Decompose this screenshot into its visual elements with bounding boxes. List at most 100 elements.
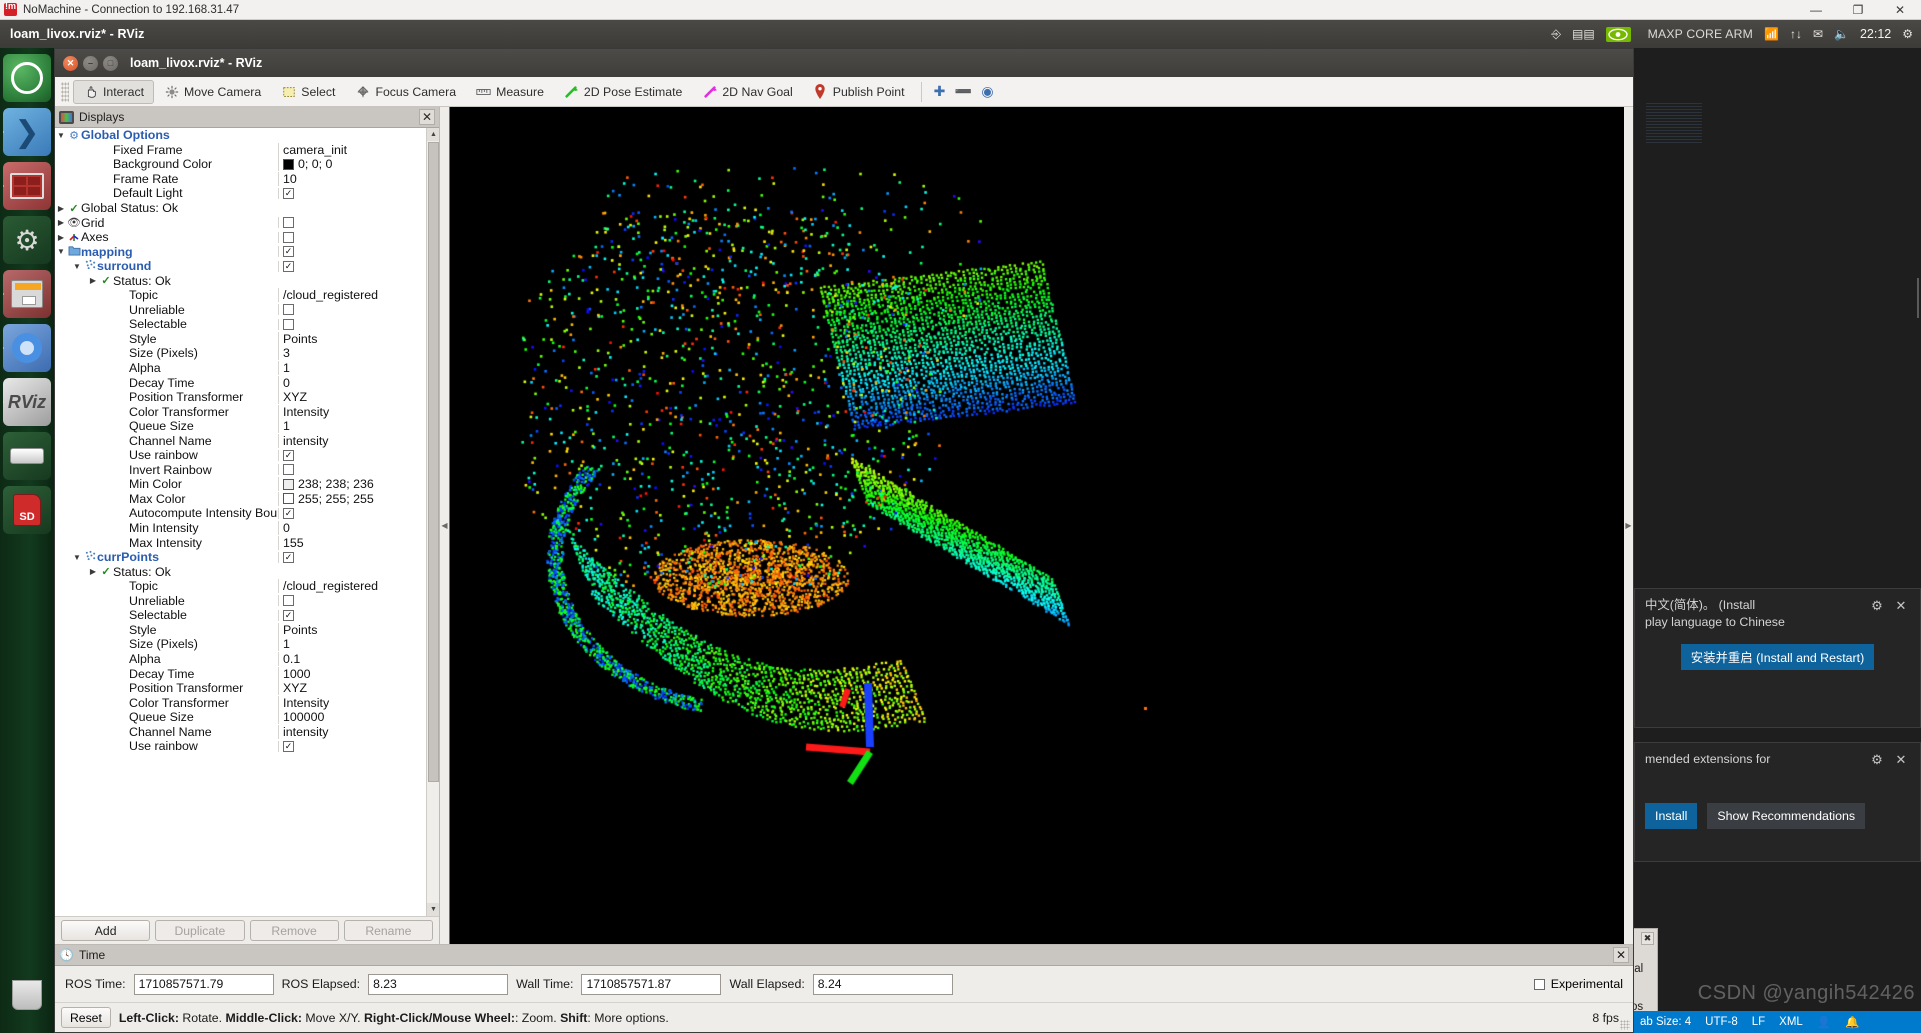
chevron-right-icon[interactable]: ▶ [55,204,67,213]
display-property-value[interactable] [278,464,426,476]
add-tool-button[interactable]: ✚ [928,80,952,104]
display-tree-row[interactable]: Alpha 1 [55,361,426,376]
nomachine-close-button[interactable]: ✕ [1879,0,1921,20]
launcher-item-rviz[interactable]: RViz [3,378,51,426]
display-property-value[interactable]: intensity [278,724,426,739]
property-checkbox[interactable] [283,304,294,316]
display-tree-row[interactable]: Topic/cloud_registered [55,288,426,303]
gear-icon[interactable]: ⚙ [1868,597,1886,615]
toolbar-grip[interactable] [61,81,69,102]
close-icon[interactable]: ✕ [1892,597,1910,615]
display-tree-row[interactable]: Min Intensity 0 [55,521,426,536]
display-property-value[interactable] [278,217,426,229]
experimental-toggle[interactable]: Experimental [1533,977,1623,991]
display-tree-row[interactable]: Queue Size 1 [55,419,426,434]
display-property-value[interactable]: camera_init [278,142,426,157]
display-tree-row[interactable]: Autocompute Intensity Bounds ✓ [55,506,426,521]
launcher-item-system-tools[interactable]: ⚙ [3,216,51,264]
scroll-up-arrow[interactable]: ▲ [427,128,439,141]
experimental-checkbox[interactable] [1533,978,1545,990]
resize-grip[interactable] [1620,1020,1630,1030]
install-and-restart-button[interactable]: 安装并重启 (Install and Restart) [1680,644,1875,671]
close-icon[interactable]: ✖ [1641,932,1654,945]
rviz-close-button[interactable]: ✕ [63,55,78,71]
display-property-value[interactable]: 1 [278,419,426,434]
account-icon[interactable]: 👤 [1817,1015,1831,1029]
display-tree-row[interactable]: Channel Name intensity [55,724,426,739]
time-field-input[interactable]: 8.24 [812,973,953,995]
chevron-right-icon[interactable]: ▶ [55,218,67,227]
install-button[interactable]: Install [1645,803,1698,829]
reset-button[interactable]: Reset [61,1007,111,1028]
property-checkbox[interactable]: ✓ [283,507,294,519]
display-tree-row[interactable]: Default Light ✓ [55,186,426,201]
volume-icon[interactable]: 🔈 [1834,27,1849,41]
toolbar-button-publish-point[interactable]: Publish Point [803,80,915,104]
wifi-icon[interactable]: 📶 [1764,27,1779,41]
display-property-value[interactable]: ✓ [278,187,426,199]
display-property-value[interactable]: Points [278,622,426,637]
displays-tree[interactable]: ▼ ⚙ Global Options Fixed Frame camera_init Ba… [55,128,439,916]
display-tree-row[interactable]: Position Transformer XYZ [55,681,426,696]
nomachine-minimize-button[interactable]: — [1795,0,1837,20]
display-property-value[interactable]: 1000 [278,666,426,681]
launcher-item-vscode[interactable]: ❯ [3,108,51,156]
color-swatch[interactable] [283,158,294,170]
scroll-down-arrow[interactable]: ▼ [427,903,439,916]
display-property-value[interactable]: /cloud_registered [278,288,426,303]
chevron-right-icon[interactable]: ▶ [87,276,99,285]
display-tree-row[interactable]: Style Points [55,331,426,347]
remove-tool-button[interactable]: ➖ [952,80,976,104]
display-property-value[interactable]: 0 [278,521,426,536]
property-checkbox[interactable]: ✓ [283,551,294,563]
display-tree-row[interactable]: Frame Rate 10 [55,171,426,187]
launcher-item-chromium[interactable] [3,324,51,372]
scrollbar-thumb[interactable] [428,142,439,782]
display-tree-row[interactable]: Size (Pixels) 1 [55,637,426,652]
display-property-value[interactable]: Points [278,331,426,346]
display-tree-row[interactable]: Unreliable [55,594,426,609]
display-tree-row[interactable]: Color Transformer Intensity [55,404,426,419]
display-tree-row[interactable]: Queue Size 100000 [55,710,426,725]
gear-icon[interactable]: ⚙ [1868,751,1886,769]
display-tree-row[interactable]: Alpha 0.1 [55,651,426,667]
displays-close-button[interactable]: ✕ [419,109,435,125]
chevron-down-icon[interactable]: ▼ [55,247,67,256]
chevron-down-icon[interactable]: ▼ [71,553,83,562]
keyboard-indicator-icon[interactable]: ⎆ [1551,27,1561,42]
display-tree-row[interactable]: Style Points [55,622,426,638]
chevron-right-icon[interactable]: ▶ [55,233,67,242]
property-checkbox[interactable] [283,217,294,229]
vscode-minimap[interactable] [1646,103,1702,143]
display-tree-row[interactable]: Color Transformer Intensity [55,695,426,710]
time-field-input[interactable]: 8.23 [368,973,509,995]
display-tree-row[interactable]: Unreliable [55,303,426,318]
launcher-item-terminator[interactable] [3,162,51,210]
status-tab-size[interactable]: ab Size: 4 [1640,1016,1691,1028]
status-encoding[interactable]: UTF-8 [1705,1016,1738,1028]
display-property-value[interactable]: Intensity [278,695,426,710]
display-property-value[interactable]: intensity [278,433,426,448]
clock-label[interactable]: 22:12 [1860,27,1891,41]
display-tree-row[interactable]: Invert Rainbow [55,463,426,478]
workspace-switcher-icon[interactable]: ▤▤ [1572,27,1595,41]
vscode-scrollbar[interactable] [1917,278,1919,318]
display-property-value[interactable]: 0; 0; 0 [278,157,426,172]
display-property-value[interactable]: 10 [278,171,426,186]
display-property-value[interactable]: ✓ [278,609,426,621]
launcher-item-files[interactable] [3,270,51,318]
property-checkbox[interactable]: ✓ [283,449,294,461]
property-checkbox[interactable] [283,231,294,243]
display-property-value[interactable]: ✓ [278,246,426,258]
display-tree-row[interactable]: ▼ surround ✓ [55,259,426,274]
display-tree-row[interactable]: ▶ Axes [55,230,426,245]
display-property-value[interactable] [278,304,426,316]
display-tree-row[interactable]: ▶ ✓ Status: Ok [55,564,426,579]
property-checkbox[interactable]: ✓ [283,246,294,258]
nvidia-icon[interactable] [1605,26,1631,42]
launcher-item-ubuntu-dash[interactable] [3,54,51,102]
display-property-value[interactable]: ✓ [278,507,426,519]
launcher-item-trash[interactable] [3,971,51,1019]
display-tree-row[interactable]: ▼ ⚙ Global Options [55,128,426,143]
display-property-value[interactable]: 1 [278,637,426,652]
